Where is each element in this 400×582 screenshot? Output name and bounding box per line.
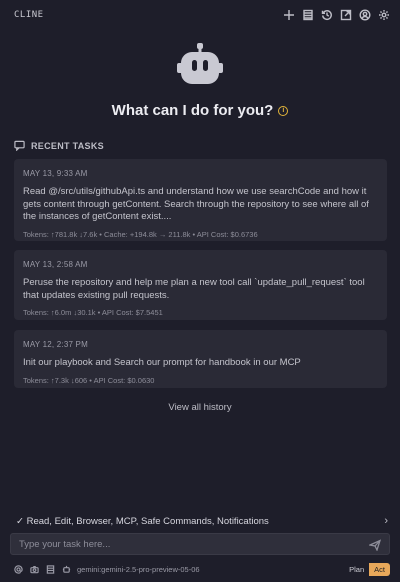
top-bar: CLINE <box>0 0 400 30</box>
auto-approve-label: ✓ Read, Edit, Browser, MCP, Safe Command… <box>16 515 269 527</box>
bottom-toolbar: gemini:gemini-2.5-pro-preview-05-06 Plan… <box>0 561 400 577</box>
at-mention-icon[interactable] <box>13 564 23 574</box>
external-link-icon[interactable] <box>338 7 354 23</box>
stack-icon[interactable] <box>45 564 55 574</box>
chevron-right-icon[interactable]: › <box>384 515 388 527</box>
act-mode-button[interactable]: Act <box>369 562 390 576</box>
recent-tasks-header: RECENT TASKS <box>14 140 104 151</box>
task-input-box <box>10 533 390 555</box>
robot-icon <box>177 43 223 84</box>
send-icon[interactable] <box>367 538 382 552</box>
history-icon[interactable] <box>319 7 335 23</box>
model-selector[interactable]: gemini:gemini-2.5-pro-preview-05-06 <box>77 565 200 574</box>
task-date: MAY 12, 2:37 PM <box>23 340 88 349</box>
stack-icon[interactable] <box>300 7 316 23</box>
settings-icon[interactable] <box>376 7 392 23</box>
task-date: MAY 13, 9:33 AM <box>23 169 88 178</box>
camera-icon[interactable] <box>29 564 39 574</box>
task-date: MAY 13, 2:58 AM <box>23 260 88 269</box>
task-text: Read @/src/utils/githubApi.ts and unders… <box>23 186 369 222</box>
task-card[interactable]: MAY 12, 2:37 PM Init our playbook and Se… <box>14 330 387 388</box>
model-provider-icon[interactable] <box>61 564 71 574</box>
task-meta: Tokens: ↑781.8k ↓7.6k • Cache: +194.8k →… <box>23 229 258 239</box>
top-icons <box>281 7 392 23</box>
account-icon[interactable] <box>357 7 373 23</box>
hero-title: What can I do for you? <box>111 102 274 119</box>
bottom-icons <box>13 564 71 574</box>
info-icon[interactable]: i <box>278 106 289 117</box>
plus-icon[interactable] <box>281 7 297 23</box>
task-input[interactable] <box>19 538 369 550</box>
app-title: CLINE <box>14 10 44 20</box>
plan-mode-button[interactable]: Plan <box>344 562 370 576</box>
chat-icon <box>14 140 25 151</box>
view-all-history-link[interactable]: View all history <box>0 402 400 413</box>
hero-title-row: What can I do for you? i <box>0 102 400 119</box>
task-card[interactable]: MAY 13, 9:33 AM Read @/src/utils/githubA… <box>14 159 387 241</box>
recent-tasks-heading: RECENT TASKS <box>31 140 104 151</box>
task-meta: Tokens: ↑7.3k ↓606 • API Cost: $0.0630 <box>23 375 155 385</box>
task-text: Peruse the repository and help me plan a… <box>23 277 365 301</box>
task-text: Init our playbook and Search our prompt … <box>23 357 301 368</box>
task-meta: Tokens: ↑6.0m ↓30.1k • API Cost: $7.5451 <box>23 308 163 317</box>
mode-toggle: Plan Act <box>344 562 390 576</box>
auto-approve-bar[interactable]: ✓ Read, Edit, Browser, MCP, Safe Command… <box>0 512 400 530</box>
task-card[interactable]: MAY 13, 2:58 AM Peruse the repository an… <box>14 250 387 320</box>
